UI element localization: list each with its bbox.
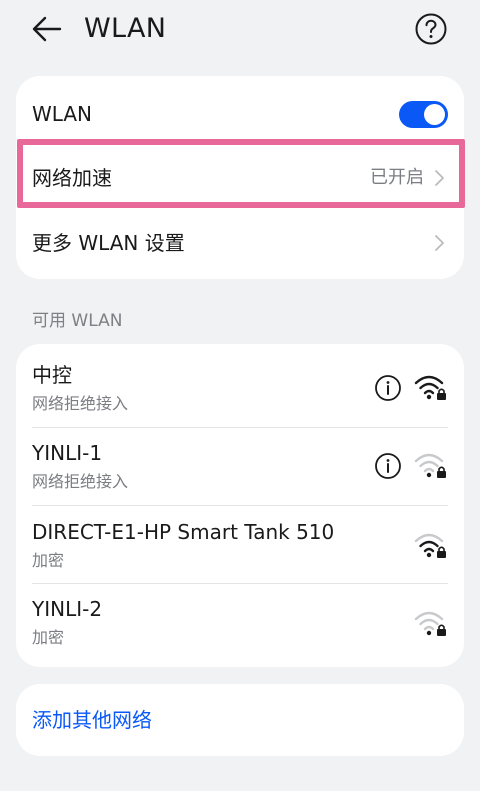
back-button[interactable] [30,12,64,46]
available-wlan-header: 可用 WLAN [32,311,123,331]
info-icon[interactable] [374,452,402,480]
add-other-network-link[interactable]: 添加其他网络 [32,707,152,733]
available-networks-card: 中控 网络拒绝接入 YINLI-1 网络拒绝接入 DIRECT-E1-HP Sm… [16,344,464,667]
network-item[interactable]: 中控 网络拒绝接入 [16,344,464,427]
wlan-toggle[interactable] [399,101,448,128]
network-name: YINLI-2 [32,597,103,621]
toggle-knob [424,104,445,125]
wlan-label: WLAN [32,102,93,126]
network-acceleration-label: 网络加速 [32,166,112,190]
network-status: 加密 [32,628,65,647]
wlan-toggle-row[interactable]: WLAN [16,76,464,152]
more-wlan-settings-row[interactable]: 更多 WLAN 设置 [16,210,464,276]
page-title: WLAN [84,13,167,44]
wifi-weak-locked-icon [414,453,446,478]
arrow-left-icon [32,16,62,42]
network-name: DIRECT-E1-HP Smart Tank 510 [32,520,335,544]
chevron-right-icon [435,235,444,251]
network-status: 加密 [32,551,65,570]
network-acceleration-status: 已开启 [370,167,424,188]
chevron-right-icon [435,170,444,186]
wifi-medium-locked-icon [414,533,446,558]
question-circle-icon [415,13,447,45]
wlan-settings-card: WLAN 网络加速 已开启 更多 WLAN 设置 [16,76,464,279]
network-status: 网络拒绝接入 [32,472,129,491]
network-item[interactable]: YINLI-1 网络拒绝接入 [16,428,464,505]
wifi-strong-locked-icon [414,375,446,400]
network-name: 中控 [32,363,72,387]
wifi-weak-locked-icon [414,611,446,636]
more-wlan-settings-label: 更多 WLAN 设置 [32,231,185,255]
help-button[interactable] [414,12,448,46]
network-acceleration-row[interactable]: 网络加速 已开启 [16,146,464,210]
network-status: 网络拒绝接入 [32,394,129,413]
network-item[interactable]: YINLI-2 加密 [16,584,464,664]
wlan-settings-page: WLAN WLAN 网络加速 已开启 更多 WLAN 设置 可用 WLAN 中控… [0,0,480,791]
network-name: YINLI-1 [32,441,103,465]
info-icon[interactable] [374,374,402,402]
network-item[interactable]: DIRECT-E1-HP Smart Tank 510 加密 [16,506,464,583]
header: WLAN [0,0,480,60]
add-network-card: 添加其他网络 [16,684,464,756]
